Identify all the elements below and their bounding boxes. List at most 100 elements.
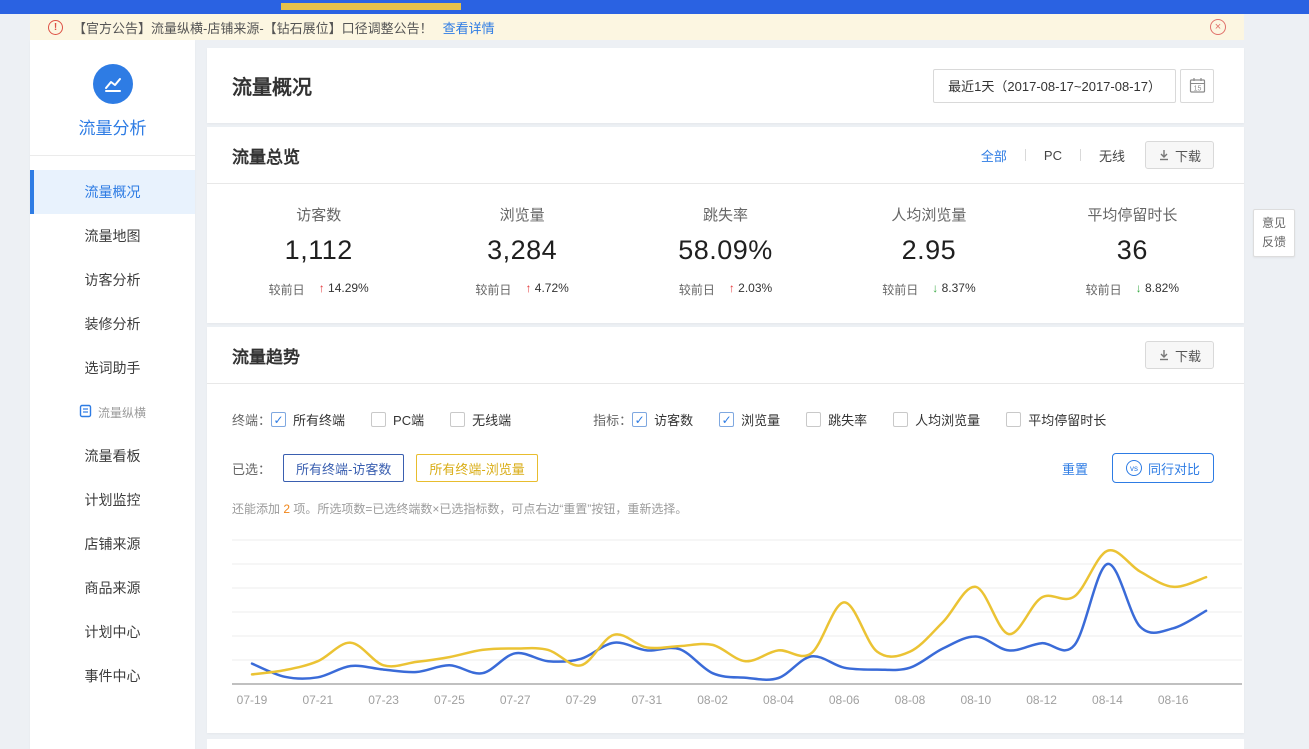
metric-跳失率: 跳失率 58.09% 较前日 ↑ 2.03% <box>624 204 827 298</box>
metric-value: 3,284 <box>420 235 623 266</box>
metric-option-跳失率[interactable]: 跳失率 <box>806 410 867 429</box>
peer-compare-button[interactable]: vs 同行对比 <box>1112 453 1214 483</box>
sidebar-item-事件中心[interactable]: 事件中心 <box>30 654 195 698</box>
x-axis-tick-label: 08-08 <box>895 693 926 707</box>
compare-label: 较前日 <box>679 281 715 298</box>
arrow-up-icon: ↑ <box>525 281 531 295</box>
checkbox-checked[interactable]: ✓ <box>719 412 734 427</box>
reset-link[interactable]: 重置 <box>1062 459 1088 478</box>
compare-label: 较前日 <box>882 281 918 298</box>
terminal-option-PC端[interactable]: PC端 <box>371 410 424 429</box>
metric-option-访客数[interactable]: ✓访客数 <box>632 410 693 429</box>
app-logo: 流量分析 <box>30 40 195 139</box>
option-label: PC端 <box>393 410 424 429</box>
x-axis-tick-label: 07-23 <box>368 693 399 707</box>
x-axis-tick-label: 08-04 <box>763 693 794 707</box>
sidebar-item-流量地图[interactable]: 流量地图 <box>30 214 195 258</box>
option-label: 无线端 <box>472 410 511 429</box>
sidebar-item-店铺来源[interactable]: 店铺来源 <box>30 522 195 566</box>
metric-change: 较前日↓ 8.37% <box>827 281 1030 298</box>
sidebar-item-计划中心[interactable]: 计划中心 <box>30 610 195 654</box>
arrow-down-icon: ↓ <box>932 281 938 295</box>
trend-download-button[interactable]: 下载 <box>1145 341 1214 369</box>
feedback-button[interactable]: 意见 反馈 <box>1253 209 1295 257</box>
change-percent: ↑ 4.72% <box>525 281 568 298</box>
sidebar-item-选词助手[interactable]: 选词助手 <box>30 346 195 390</box>
checkbox-unchecked[interactable] <box>371 412 386 427</box>
x-axis-tick-label: 08-06 <box>829 693 860 707</box>
sidebar-item-装修分析[interactable]: 装修分析 <box>30 302 195 346</box>
announcement-text: 【官方公告】流量纵横-店铺来源-【钻石展位】口径调整公告！ <box>73 18 433 37</box>
warning-icon: ! <box>48 20 63 35</box>
sidebar-item-label: 流量看板 <box>85 446 141 466</box>
metric-label: 人均浏览量 <box>827 204 1030 225</box>
selection-hint: 还能添加 2 项。所选项数=已选终端数×已选指标数，可点右边“重置”按钮，重新选… <box>207 500 1244 517</box>
tab-separator <box>1080 149 1081 161</box>
traffic-trend-card: 流量趋势 下载 终端： ✓所有终端PC端无线端 指标： ✓访客数✓浏览量跳失率人… <box>207 327 1244 733</box>
metric-option-浏览量[interactable]: ✓浏览量 <box>719 410 780 429</box>
download-icon <box>1158 349 1170 361</box>
metric-label: 平均停留时长 <box>1031 204 1234 225</box>
selected-tag-所有终端-浏览量[interactable]: 所有终端-浏览量 <box>416 454 537 482</box>
metric-change: 较前日 ↑ 4.72% <box>420 281 623 298</box>
date-range-picker[interactable]: 最近1天（2017-08-17~2017-08-17） <box>933 69 1176 103</box>
metric-访客数: 访客数1,112较前日↑ 14.29% <box>217 204 420 298</box>
checkbox-unchecked[interactable] <box>806 412 821 427</box>
tab-无线[interactable]: 无线 <box>1099 146 1125 165</box>
metric-平均停留时长: 平均停留时长 36 较前日↓ 8.82% <box>1031 204 1234 298</box>
option-label: 平均停留时长 <box>1028 410 1106 429</box>
calendar-button[interactable]: 15 <box>1180 69 1214 103</box>
active-tab-indicator <box>281 3 461 10</box>
overview-download-button[interactable]: 下载 <box>1145 141 1214 169</box>
tab-全部[interactable]: 全部 <box>981 146 1007 165</box>
tab-PC[interactable]: PC <box>1044 148 1062 163</box>
close-icon[interactable]: × <box>1210 19 1226 35</box>
sidebar-item-流量纵横: 流量纵横 <box>30 390 195 434</box>
selected-tag-所有终端-访客数[interactable]: 所有终端-访客数 <box>283 454 404 482</box>
sidebar-item-商品来源[interactable]: 商品来源 <box>30 566 195 610</box>
checkbox-unchecked[interactable] <box>450 412 465 427</box>
x-axis-tick-label: 07-31 <box>631 693 662 707</box>
compare-label: 较前日 <box>475 281 511 298</box>
sidebar-item-label: 事件中心 <box>85 666 141 686</box>
x-axis-tick-label: 07-21 <box>302 693 333 707</box>
x-axis-tick-label: 08-02 <box>697 693 728 707</box>
sidebar-item-计划监控[interactable]: 计划监控 <box>30 478 195 522</box>
sidebar-item-访客分析[interactable]: 访客分析 <box>30 258 195 302</box>
sidebar-item-流量看板[interactable]: 流量看板 <box>30 434 195 478</box>
sidebar-item-流量概况[interactable]: 流量概况 <box>30 170 195 214</box>
metric-value: 58.09% <box>624 235 827 266</box>
trend-line-所有终端-访客数 <box>252 564 1206 680</box>
option-label: 跳失率 <box>828 410 867 429</box>
overview-section-title: 流量总览 <box>232 143 300 168</box>
top-nav-bar <box>0 0 1309 14</box>
metric-option-平均停留时长[interactable]: 平均停留时长 <box>1006 410 1106 429</box>
announcement-detail-link[interactable]: 查看详情 <box>443 18 495 37</box>
checkbox-checked[interactable]: ✓ <box>271 412 286 427</box>
next-section-partial <box>207 739 1244 749</box>
terminal-tabs: 全部 PC 无线 <box>981 146 1125 165</box>
x-axis-tick-label: 07-29 <box>566 693 597 707</box>
change-percent: ↑ 2.03% <box>729 281 772 298</box>
metric-label: 浏览量 <box>420 204 623 225</box>
x-axis-tick-label: 07-25 <box>434 693 465 707</box>
checkbox-unchecked[interactable] <box>893 412 908 427</box>
sidebar: 流量分析 流量概况流量地图访客分析装修分析选词助手流量纵横流量看板计划监控店铺来… <box>30 40 195 749</box>
option-label: 人均浏览量 <box>915 410 980 429</box>
terminal-option-所有终端[interactable]: ✓所有终端 <box>271 410 345 429</box>
sidebar-item-label: 装修分析 <box>85 314 141 334</box>
arrow-up-icon: ↑ <box>729 281 735 295</box>
svg-text:15: 15 <box>1193 86 1201 93</box>
download-icon <box>1158 149 1170 161</box>
checkbox-unchecked[interactable] <box>1006 412 1021 427</box>
arrow-up-icon: ↑ <box>319 281 325 295</box>
metric-label: 访客数 <box>217 204 420 225</box>
x-axis-tick-label: 08-12 <box>1026 693 1057 707</box>
terminal-option-无线端[interactable]: 无线端 <box>450 410 511 429</box>
tab-separator <box>1025 149 1026 161</box>
metric-change: 较前日↓ 8.82% <box>1031 281 1234 298</box>
metric-label: 跳失率 <box>624 204 827 225</box>
metric-value: 36 <box>1031 235 1234 266</box>
metric-option-人均浏览量[interactable]: 人均浏览量 <box>893 410 980 429</box>
checkbox-checked[interactable]: ✓ <box>632 412 647 427</box>
